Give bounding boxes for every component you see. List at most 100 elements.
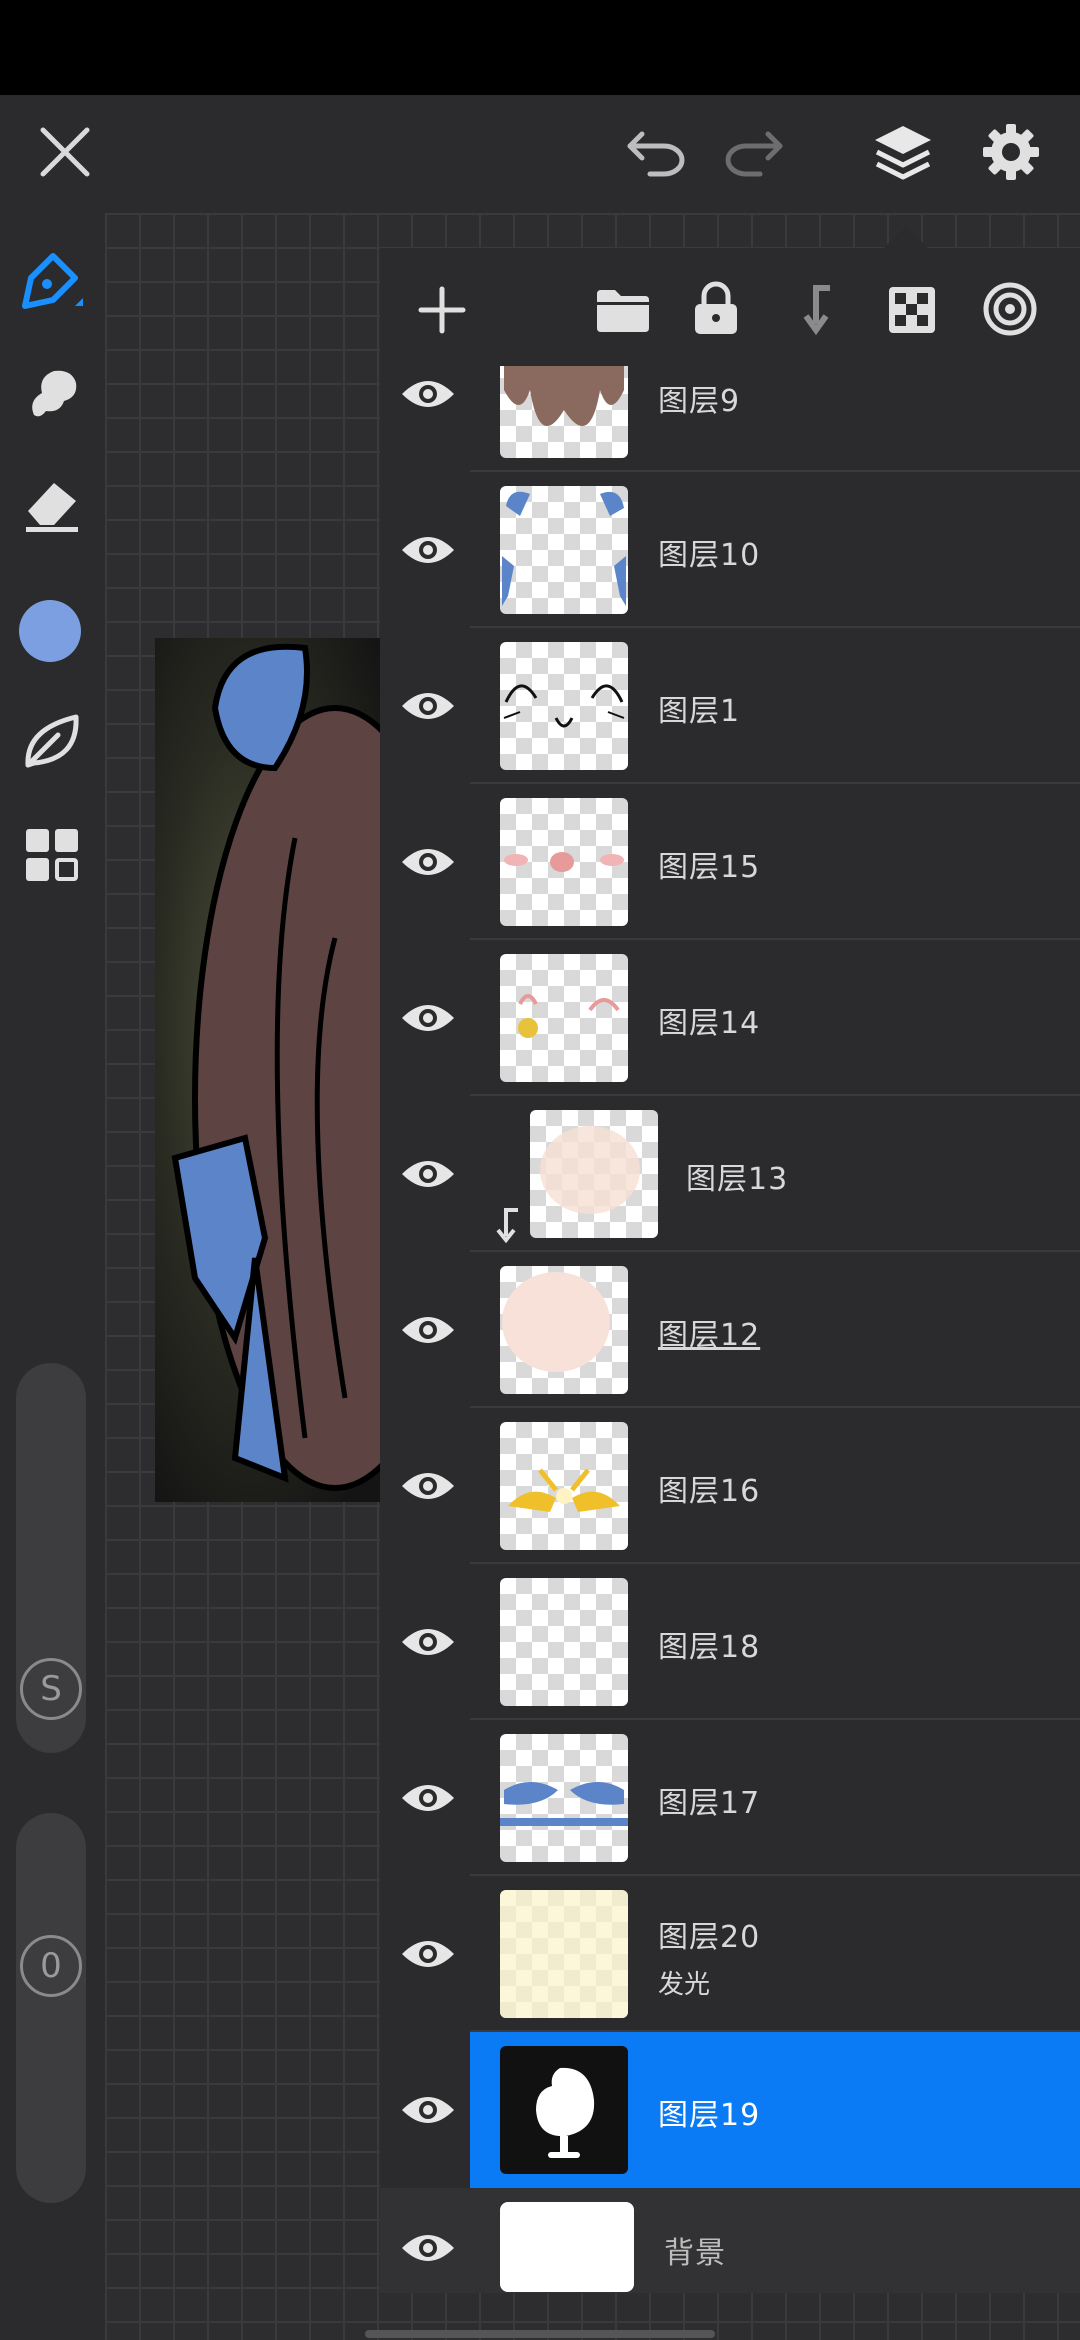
settings-button[interactable] <box>974 115 1048 189</box>
redo-button[interactable] <box>716 117 790 187</box>
layer-name: 图层19 <box>658 2098 761 2133</box>
layer-name: 背景 <box>664 2236 726 2271</box>
layer-row-background[interactable]: 背景 <box>380 2188 1080 2293</box>
layer-name: 图层20 <box>658 1920 761 1955</box>
top-toolbar <box>0 95 1080 213</box>
layers-toolbar <box>380 248 1080 366</box>
visibility-eye-icon[interactable] <box>400 1936 456 1972</box>
artwork-preview <box>155 638 395 1502</box>
layer-thumbnail <box>500 798 628 926</box>
layer-subtitle: 发光 <box>658 1970 711 2000</box>
adjust-tool-button[interactable] <box>12 701 92 781</box>
lock-icon <box>695 281 737 334</box>
layer-thumbnail <box>500 642 628 770</box>
lock-layer-button[interactable] <box>686 274 746 342</box>
clipping-indicator-icon <box>496 1208 518 1244</box>
visibility-eye-icon[interactable] <box>400 1624 456 1660</box>
layer-row[interactable]: 图层10 <box>380 472 1080 628</box>
layer-row[interactable]: 图层14 <box>380 940 1080 1096</box>
layer-row[interactable]: 图层17 <box>380 1720 1080 1876</box>
visibility-eye-icon[interactable] <box>400 532 456 568</box>
blend-mode-icon <box>983 282 1037 336</box>
visibility-eye-icon[interactable] <box>400 688 456 724</box>
layer-name: 图层10 <box>658 538 761 573</box>
visibility-eye-icon[interactable] <box>400 2230 456 2266</box>
layer-thumbnail <box>500 1266 628 1394</box>
new-folder-button[interactable] <box>590 278 656 342</box>
close-icon <box>40 127 90 177</box>
visibility-eye-icon[interactable] <box>400 1156 456 1192</box>
tool-sidebar: S 0 <box>0 213 105 2340</box>
layer-name: 图层9 <box>658 384 741 419</box>
brush-size-knob[interactable]: S <box>20 1658 82 1720</box>
layer-thumbnail <box>500 2046 628 2174</box>
color-picker-button[interactable] <box>14 595 86 667</box>
visibility-eye-icon[interactable] <box>400 844 456 880</box>
clipping-mask-button[interactable] <box>788 278 844 342</box>
layer-row-selected[interactable]: 图层19 <box>380 2032 1080 2188</box>
clip-mask-icon <box>803 285 830 336</box>
layer-row[interactable]: 图层20 发光 <box>380 1876 1080 2032</box>
undo-icon <box>627 131 685 177</box>
panel-pointer <box>884 226 928 248</box>
layer-thumbnail <box>500 366 628 458</box>
eraser-tool-button[interactable] <box>12 463 92 543</box>
layer-name: 图层1 <box>658 694 741 729</box>
add-layer-button[interactable] <box>410 278 474 342</box>
transparency-lock-button[interactable] <box>882 278 942 342</box>
opacity-slider[interactable] <box>16 1813 86 2203</box>
leaf-icon <box>25 714 79 768</box>
layer-row[interactable]: 图层12 <box>380 1252 1080 1408</box>
layer-thumbnail <box>500 1734 628 1862</box>
layer-thumbnail <box>500 1578 628 1706</box>
layer-thumbnail <box>500 1890 628 2018</box>
add-layer-icon <box>418 286 466 334</box>
blend-mode-button[interactable] <box>978 276 1042 342</box>
layer-name: 图层16 <box>658 1474 761 1509</box>
layer-thumbnail <box>500 2202 634 2292</box>
color-swatch <box>19 600 81 662</box>
opacity-knob[interactable]: 0 <box>20 1935 82 1997</box>
layer-name: 图层13 <box>686 1162 789 1197</box>
grid-icon <box>26 829 78 881</box>
smudge-icon <box>32 370 77 417</box>
layer-thumbnail <box>500 954 628 1082</box>
visibility-eye-icon[interactable] <box>400 1312 456 1348</box>
visibility-eye-icon[interactable] <box>400 1468 456 1504</box>
close-button[interactable] <box>30 117 100 187</box>
layer-row[interactable]: 图层9 <box>380 366 1080 472</box>
gear-icon <box>983 124 1039 180</box>
redo-icon <box>725 131 783 177</box>
layer-thumbnail <box>500 1422 628 1550</box>
undo-button[interactable] <box>620 117 694 187</box>
layer-row[interactable]: 图层16 <box>380 1408 1080 1564</box>
layer-row[interactable]: 图层18 <box>380 1564 1080 1720</box>
layer-name: 图层14 <box>658 1006 761 1041</box>
layers-icon <box>875 126 931 180</box>
home-indicator <box>365 2330 715 2338</box>
layer-name: 图层15 <box>658 850 761 885</box>
visibility-eye-icon[interactable] <box>400 2092 456 2128</box>
layer-thumbnail <box>530 1110 658 1238</box>
visibility-eye-icon[interactable] <box>400 1780 456 1816</box>
layer-list: 图层9 图层10 图层1 图层15 图层14 图层13 图层12 图层16 图层… <box>380 366 1080 2293</box>
layer-thumbnail <box>500 486 628 614</box>
layer-row[interactable]: 图层15 <box>380 784 1080 940</box>
layers-panel: 图层9 图层10 图层1 图层15 图层14 图层13 图层12 图层16 图层… <box>380 248 1080 2293</box>
brush-tool-button[interactable] <box>12 243 92 323</box>
layers-button[interactable] <box>866 115 940 189</box>
transparency-lock-icon <box>889 287 935 333</box>
pen-icon <box>22 253 83 309</box>
gallery-button[interactable] <box>12 815 92 895</box>
smudge-tool-button[interactable] <box>12 353 92 433</box>
layer-name: 图层12 <box>658 1318 761 1353</box>
layer-row[interactable]: 图层1 <box>380 628 1080 784</box>
eraser-icon <box>26 483 78 532</box>
layer-row[interactable]: 图层13 <box>380 1096 1080 1252</box>
visibility-eye-icon[interactable] <box>400 376 456 412</box>
status-bar <box>0 0 1080 95</box>
layer-name: 图层18 <box>658 1630 761 1665</box>
visibility-eye-icon[interactable] <box>400 1000 456 1036</box>
folder-icon <box>597 290 649 332</box>
layer-name: 图层17 <box>658 1786 761 1821</box>
